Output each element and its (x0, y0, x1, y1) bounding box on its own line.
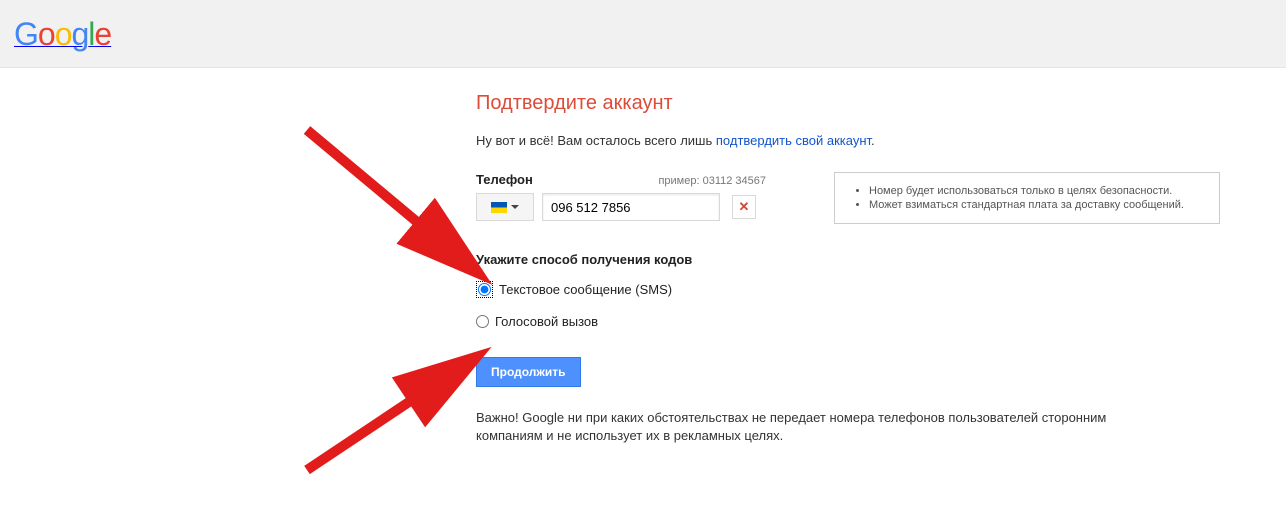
phone-input[interactable] (542, 193, 720, 221)
flag-icon (491, 202, 507, 213)
clear-button[interactable]: ✕ (732, 195, 756, 219)
delivery-method-label: Укажите способ получения кодов (476, 252, 1286, 267)
radio-voice-input[interactable] (476, 315, 489, 328)
main-content: Подтвердите аккаунт Ну вот и всё! Вам ос… (0, 68, 1286, 445)
radio-sms-input[interactable] (478, 283, 491, 296)
phone-example: пример: 03112 34567 (658, 175, 766, 187)
radio-voice-label: Голосовой вызов (495, 314, 598, 329)
delivery-method-section: Укажите способ получения кодов Текстовое… (476, 252, 1286, 329)
chevron-down-icon (511, 205, 519, 209)
header: Google (0, 0, 1286, 68)
country-selector[interactable] (476, 193, 534, 221)
phone-label: Телефон (476, 172, 533, 187)
phone-row: Телефон пример: 03112 34567 ✕ Номер буде… (476, 172, 1286, 224)
radio-voice[interactable]: Голосовой вызов (476, 314, 1286, 329)
privacy-notice: Важно! Google ни при каких обстоятельств… (476, 409, 1136, 445)
info-tooltip: Номер будет использоваться только в целя… (834, 172, 1220, 224)
intro-text: Ну вот и всё! Вам осталось всего лишь по… (476, 133, 1286, 148)
info-item: Номер будет использоваться только в целя… (869, 185, 1201, 197)
close-icon: ✕ (739, 199, 750, 215)
page-title: Подтвердите аккаунт (476, 92, 1286, 115)
radio-sms[interactable]: Текстовое сообщение (SMS) (476, 281, 1286, 298)
google-logo[interactable]: Google (14, 16, 111, 53)
phone-section: Телефон пример: 03112 34567 ✕ (476, 172, 766, 221)
continue-button[interactable]: Продолжить (476, 357, 581, 387)
radio-sms-label: Текстовое сообщение (SMS) (499, 282, 672, 297)
info-item: Может взиматься стандартная плата за дос… (869, 199, 1201, 211)
confirm-account-link[interactable]: подтвердить свой аккаунт (716, 133, 871, 148)
